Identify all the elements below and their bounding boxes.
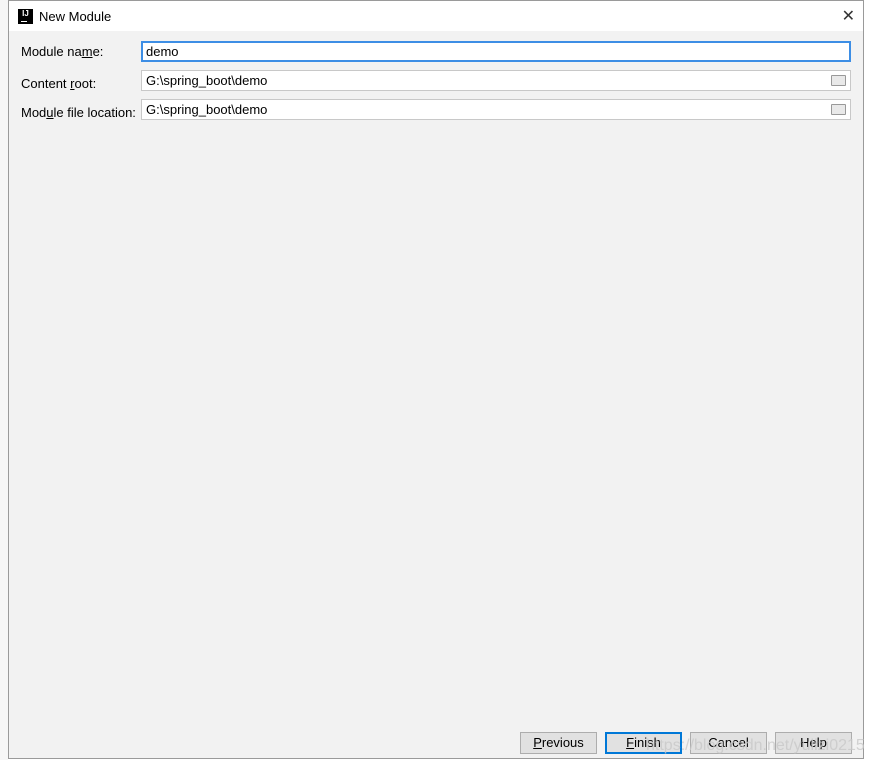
new-module-dialog: IJ New Module ✕ Module name: demo Conten… [8, 0, 864, 759]
close-icon[interactable]: ✕ [842, 6, 855, 26]
title-bar: IJ New Module ✕ [9, 1, 863, 31]
previous-button[interactable]: Previous [520, 732, 597, 754]
intellij-icon: IJ [18, 8, 33, 24]
module-name-input[interactable]: demo [141, 41, 851, 62]
content-root-row: Content root: [21, 76, 141, 91]
module-file-location-input[interactable]: G:\spring_boot\demo [141, 99, 851, 120]
dialog-title: New Module [39, 8, 112, 24]
module-name-row: Module name: [21, 44, 141, 59]
content-root-input[interactable]: G:\spring_boot\demo [141, 70, 851, 91]
module-file-location-label: Module file location: [21, 105, 136, 120]
folder-browse-icon[interactable] [831, 104, 846, 115]
module-file-location-row: Module file location: [21, 105, 141, 120]
folder-browse-icon[interactable] [831, 75, 846, 86]
finish-button[interactable]: Finish [605, 732, 682, 754]
help-button[interactable]: Help [775, 732, 852, 754]
background-editor-bottom [0, 760, 872, 770]
content-root-label: Content root: [21, 76, 97, 91]
background-editor [0, 0, 8, 770]
cancel-button[interactable]: Cancel [690, 732, 767, 754]
module-name-label: Module name: [21, 44, 104, 59]
